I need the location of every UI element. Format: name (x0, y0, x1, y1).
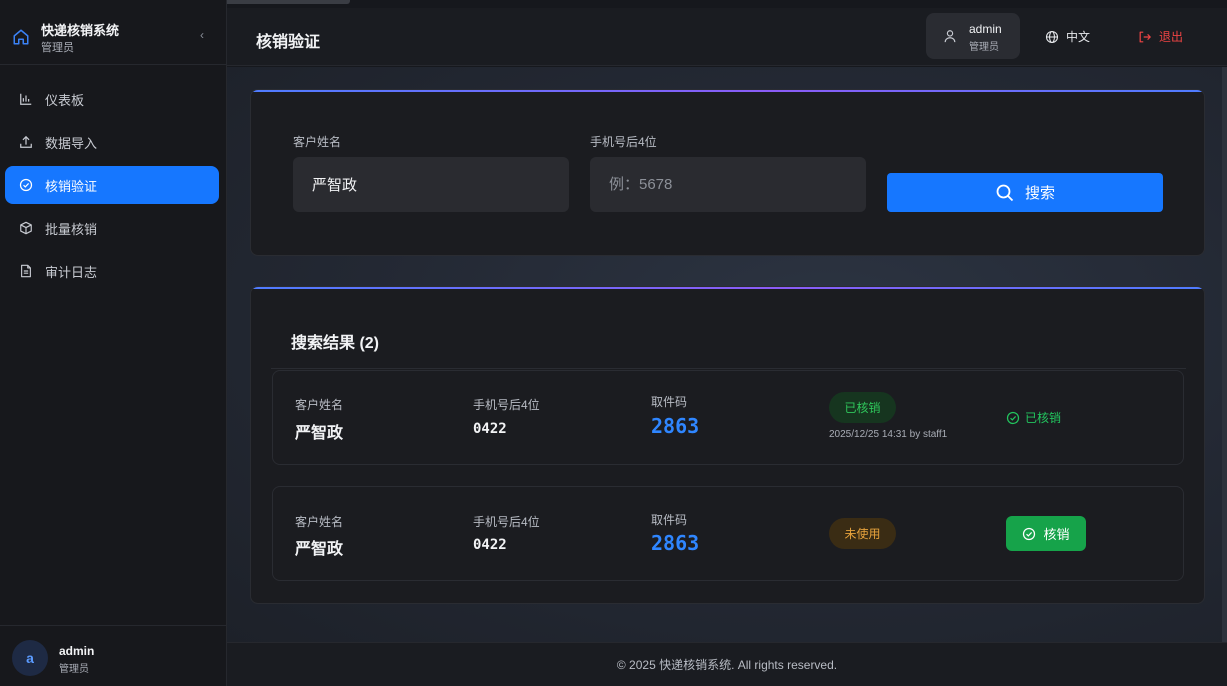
user-icon (943, 29, 957, 43)
language-label: 中文 (1066, 30, 1091, 44)
sidebar-item-label: 批量核销 (45, 221, 98, 237)
customer-name: 严智政 (295, 541, 344, 558)
scrollbar[interactable] (1222, 67, 1227, 642)
header: 核销验证 admin 管理员 中文 退出 (227, 8, 1227, 66)
check-circle-icon (1022, 527, 1036, 541)
window-tab-strip (210, 0, 350, 4)
status-badge: 未使用 (829, 518, 896, 549)
sidebar: 快递核销系统 管理员 ‹ 仪表板 数据导入 核销验证 批量核销 审计日志 a a… (0, 0, 227, 686)
result-row: 客户姓名 严智政 手机号后4位 0422 取件码 2863 已核销 2025/1… (272, 370, 1184, 465)
search-card: 客户姓名 手机号后4位 搜索 (250, 89, 1205, 256)
sidebar-item-data-import[interactable]: 数据导入 (5, 123, 219, 161)
sidebar-item-label: 仪表板 (45, 92, 85, 108)
card-accent-line (251, 287, 1204, 289)
search-button-label: 搜索 (1024, 185, 1055, 202)
sidebar-item-label: 数据导入 (45, 135, 98, 151)
sidebar-item-label: 核销验证 (45, 178, 98, 194)
customer-name-input[interactable] (293, 157, 569, 212)
search-button[interactable]: 搜索 (887, 173, 1163, 212)
footer: © 2025 快递核销系统. All rights reserved. (227, 642, 1227, 686)
result-row: 客户姓名 严智政 手机号后4位 0422 取件码 2863 未使用 核销 (272, 486, 1184, 581)
sidebar-item-batch-verify[interactable]: 批量核销 (5, 209, 219, 247)
check-circle-icon (1006, 411, 1020, 425)
phone-label: 手机号后4位 (473, 515, 540, 529)
copyright-text: © 2025 快递核销系统. All rights reserved. (616, 658, 838, 672)
verified-label: 已核销 (1025, 411, 1062, 425)
card-accent-line (251, 90, 1204, 92)
sidebar-item-label: 审计日志 (45, 264, 98, 280)
name-label: 客户姓名 (295, 515, 344, 529)
code-label: 取件码 (651, 513, 688, 527)
main-content: 客户姓名 手机号后4位 搜索 搜索结果 (2) 客户姓名 严智政 手机号后4位 … (227, 67, 1227, 642)
search-icon (995, 183, 1015, 203)
customer-name: 严智政 (295, 425, 344, 442)
logout-icon (1138, 30, 1152, 44)
sidebar-item-verify[interactable]: 核销验证 (5, 166, 219, 204)
results-title: 搜索结果 (2) (291, 335, 380, 352)
divider (271, 368, 1186, 369)
box-icon (19, 221, 33, 235)
logout-label: 退出 (1159, 30, 1184, 44)
verified-timestamp: 2025/12/25 14:31 by staff1 (829, 429, 948, 440)
document-icon (19, 264, 33, 278)
collapse-sidebar-button[interactable]: ‹ (200, 28, 204, 42)
sidebar-item-audit-log[interactable]: 审计日志 (5, 252, 219, 290)
phone-field-label: 手机号后4位 (590, 135, 657, 149)
sidebar-user-role: 管理员 (59, 664, 89, 675)
verify-button-label: 核销 (1043, 527, 1070, 542)
avatar: a (12, 640, 48, 676)
brand: 快递核销系统 管理员 ‹ (0, 8, 226, 65)
user-menu-name: admin (969, 22, 1002, 36)
check-circle-icon (19, 178, 33, 192)
results-card: 搜索结果 (2) 客户姓名 严智政 手机号后4位 0422 取件码 2863 已… (250, 286, 1205, 604)
name-field-label: 客户姓名 (293, 135, 342, 149)
upload-icon (19, 135, 33, 149)
phone-last4: 0422 (473, 421, 507, 437)
home-icon (12, 28, 30, 46)
sidebar-item-dashboard[interactable]: 仪表板 (5, 80, 219, 118)
user-menu-button[interactable]: admin 管理员 (926, 13, 1020, 59)
sidebar-user-name: admin (59, 644, 95, 658)
language-switcher[interactable]: 中文 (1045, 28, 1090, 45)
page-title: 核销验证 (256, 34, 321, 51)
phone-last4-input[interactable] (590, 157, 866, 212)
app-title: 快递核销系统 (41, 23, 120, 38)
pickup-code: 2863 (651, 414, 700, 438)
code-label: 取件码 (651, 395, 688, 409)
verify-button[interactable]: 核销 (1006, 516, 1086, 551)
status-badge: 已核销 (829, 392, 896, 423)
phone-last4: 0422 (473, 537, 507, 553)
name-label: 客户姓名 (295, 398, 344, 412)
logout-button[interactable]: 退出 (1138, 28, 1183, 45)
user-menu-role: 管理员 (969, 42, 999, 53)
chart-bar-icon (19, 92, 33, 106)
globe-icon (1045, 30, 1059, 44)
app-root: 快递核销系统 管理员 ‹ 仪表板 数据导入 核销验证 批量核销 审计日志 a a… (0, 0, 1227, 686)
pickup-code: 2863 (651, 531, 700, 555)
sidebar-user: a admin 管理员 (0, 625, 226, 686)
verified-indicator: 已核销 (1006, 409, 1061, 426)
app-role: 管理员 (41, 42, 74, 54)
phone-label: 手机号后4位 (473, 398, 540, 412)
